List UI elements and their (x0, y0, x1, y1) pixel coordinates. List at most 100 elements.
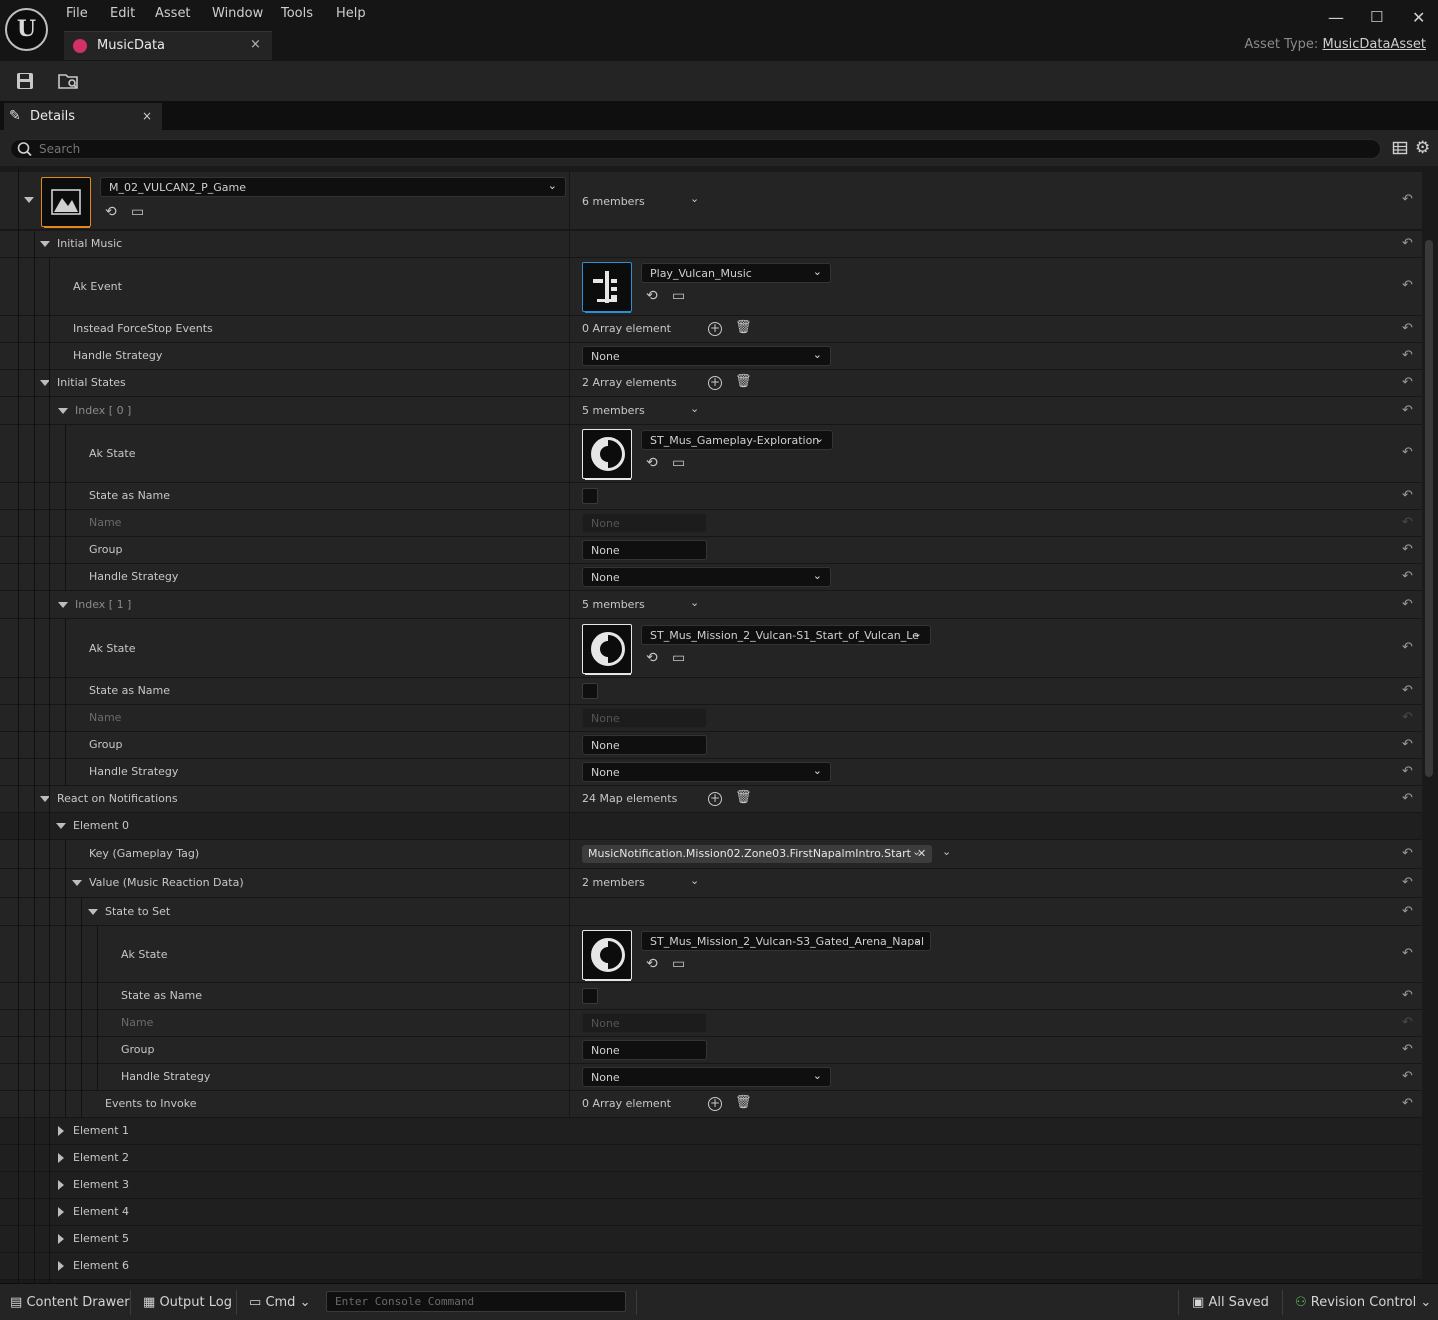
reset-to-default-icon[interactable]: ↶ (1402, 348, 1413, 363)
add-element-icon[interactable]: + (708, 376, 722, 390)
element-4-header[interactable]: Element 4 (0, 1199, 1422, 1226)
delete-all-icon[interactable]: 🗑 (735, 320, 752, 335)
initial-music-header[interactable]: Initial Music ↶ (0, 231, 1422, 258)
expand-arrow-icon[interactable] (58, 1126, 64, 1136)
initial-states-header[interactable]: Initial States 2 Array elements + 🗑 ↶ (0, 370, 1422, 397)
ak-state-combo[interactable]: ST_Mus_Mission_2_Vulcan-S1_Start_of_Vulc… (641, 625, 931, 645)
element-6-header[interactable]: Element 6 (0, 1253, 1422, 1280)
chevron-down-icon[interactable]: ⌄ (912, 845, 921, 858)
browse-to-asset-icon[interactable] (58, 71, 78, 91)
unreal-logo-icon[interactable]: U (5, 8, 48, 51)
reset-to-default-icon[interactable]: ↶ (1402, 569, 1413, 584)
document-tab[interactable]: MusicData × (64, 31, 272, 60)
reset-to-default-icon[interactable]: ↶ (1402, 278, 1413, 293)
notifications-header[interactable]: React on Notifications 24 Map elements +… (0, 786, 1422, 813)
add-element-icon[interactable]: + (708, 792, 722, 806)
asset-type-link[interactable]: MusicDataAsset (1322, 37, 1426, 52)
index-1-header[interactable]: Index [ 1 ] 5 members ⌄ ↶ (0, 591, 1422, 619)
reset-to-default-icon[interactable]: ↶ (1402, 1096, 1413, 1111)
state-as-name-checkbox[interactable] (582, 488, 598, 504)
use-selected-icon[interactable]: ⟲ (646, 956, 658, 972)
expand-arrow-icon[interactable] (58, 1180, 64, 1190)
all-saved-button[interactable]: ▣ All Saved (1192, 1295, 1269, 1310)
chevron-down-icon[interactable]: ⌄ (690, 192, 699, 205)
collapse-arrow-icon[interactable] (58, 602, 68, 608)
ak-state-combo[interactable]: ST_Mus_Gameplay-Exploration ⌄ (641, 430, 833, 450)
menu-asset[interactable]: Asset (155, 6, 191, 21)
index-0-header[interactable]: Index [ 0 ] 5 members ⌄ ↶ (0, 397, 1422, 425)
handle-strategy-combo[interactable]: None ⌄ (582, 346, 831, 366)
search-box[interactable] (10, 139, 1381, 159)
reset-to-default-icon[interactable]: ↶ (1402, 683, 1413, 698)
ak-event-combo[interactable]: Play_Vulcan_Music ⌄ (641, 263, 831, 283)
collapse-arrow-icon[interactable] (40, 241, 50, 247)
reset-to-default-icon[interactable]: ↶ (1402, 946, 1413, 961)
delete-all-icon[interactable]: 🗑 (735, 790, 752, 805)
browse-asset-icon[interactable]: ▭ (672, 956, 685, 972)
expand-arrow-icon[interactable] (58, 1234, 64, 1244)
chevron-down-icon[interactable]: ⌄ (942, 845, 951, 858)
reset-to-default-icon[interactable]: ↶ (1402, 737, 1413, 752)
close-details-icon[interactable]: × (142, 109, 152, 123)
menu-tools[interactable]: Tools (281, 6, 313, 21)
element-5-header[interactable]: Element 5 (0, 1226, 1422, 1253)
reset-to-default-icon[interactable]: ↶ (1402, 597, 1413, 612)
reset-to-default-icon[interactable]: ↶ (1402, 640, 1413, 655)
reset-to-default-icon[interactable]: ↶ (1402, 236, 1413, 251)
table-view-icon[interactable] (1392, 140, 1408, 159)
maximize-icon[interactable]: ☐ (1370, 8, 1383, 26)
state-as-name-checkbox[interactable] (582, 683, 598, 699)
reset-to-default-icon[interactable]: ↶ (1402, 375, 1413, 390)
browse-asset-icon[interactable]: ▭ (131, 204, 144, 220)
group-field[interactable]: None (582, 735, 707, 755)
chevron-down-icon[interactable]: ⌄ (690, 596, 699, 609)
collapse-arrow-icon[interactable] (58, 408, 68, 414)
use-selected-icon[interactable]: ⟲ (646, 650, 658, 666)
group-field[interactable]: None (582, 540, 707, 560)
console-input[interactable]: Enter Console Command (326, 1291, 626, 1312)
column-divider[interactable] (569, 172, 570, 1118)
collapse-arrow-icon[interactable] (24, 197, 34, 203)
output-log-button[interactable]: ▦ Output Log (143, 1295, 232, 1310)
save-icon[interactable] (15, 71, 35, 91)
reset-to-default-icon[interactable]: ↶ (1402, 1069, 1413, 1084)
reset-to-default-icon[interactable]: ↶ (1402, 846, 1413, 861)
close-window-icon[interactable]: ✕ (1412, 8, 1425, 27)
map-asset-combo[interactable]: M_02_VULCAN2_P_Game ⌄ (100, 177, 566, 197)
reset-to-default-icon[interactable]: ↶ (1402, 192, 1413, 207)
state-as-name-checkbox[interactable] (582, 988, 598, 1004)
collapse-arrow-icon[interactable] (56, 823, 66, 829)
element-3-header[interactable]: Element 3 (0, 1172, 1422, 1199)
expand-arrow-icon[interactable] (58, 1207, 64, 1217)
expand-arrow-icon[interactable] (58, 1261, 64, 1271)
close-tab-icon[interactable]: × (250, 37, 261, 52)
reset-to-default-icon[interactable]: ↶ (1402, 542, 1413, 557)
reset-to-default-icon[interactable]: ↶ (1402, 403, 1413, 418)
collapse-arrow-icon[interactable] (72, 880, 82, 886)
state-to-set-row[interactable]: State to Set ↶ (0, 898, 1422, 926)
reset-to-default-icon[interactable]: ↶ (1402, 321, 1413, 336)
use-selected-icon[interactable]: ⟲ (105, 204, 117, 220)
handle-strategy-combo[interactable]: None ⌄ (582, 567, 831, 587)
reset-to-default-icon[interactable]: ↶ (1402, 445, 1413, 460)
settings-gear-icon[interactable]: ⚙ (1415, 138, 1430, 158)
cmd-dropdown[interactable]: ▭ Cmd ⌄ (249, 1295, 310, 1310)
revision-control-button[interactable]: ⚇ Revision Control ⌄ (1295, 1295, 1431, 1310)
reset-to-default-icon[interactable]: ↶ (1402, 988, 1413, 1003)
browse-asset-icon[interactable]: ▭ (672, 650, 685, 666)
handle-strategy-combo[interactable]: None ⌄ (582, 1067, 831, 1087)
reset-to-default-icon[interactable]: ↶ (1402, 904, 1413, 919)
delete-all-icon[interactable]: 🗑 (735, 374, 752, 389)
minimize-icon[interactable]: — (1328, 8, 1344, 27)
browse-asset-icon[interactable]: ▭ (672, 455, 685, 471)
reset-to-default-icon[interactable]: ↶ (1402, 1042, 1413, 1057)
chevron-down-icon[interactable]: ⌄ (690, 874, 699, 887)
handle-strategy-combo[interactable]: None ⌄ (582, 762, 831, 782)
delete-all-icon[interactable]: 🗑 (735, 1095, 752, 1110)
chevron-down-icon[interactable]: ⌄ (690, 402, 699, 415)
element-2-header[interactable]: Element 2 (0, 1145, 1422, 1172)
ak-state-combo[interactable]: ST_Mus_Mission_2_Vulcan-S3_Gated_Arena_N… (641, 931, 931, 951)
collapse-arrow-icon[interactable] (88, 909, 98, 915)
search-input[interactable] (39, 141, 1339, 157)
browse-asset-icon[interactable]: ▭ (672, 288, 685, 304)
